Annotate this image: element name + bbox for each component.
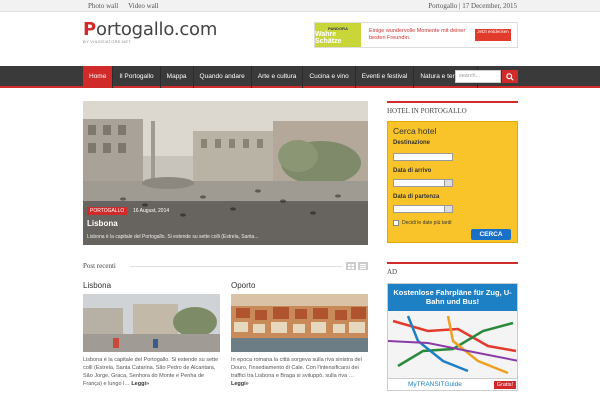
search-icon — [506, 72, 514, 81]
grid-view-toggle[interactable] — [346, 262, 356, 270]
nav-item-cucina-e-vino[interactable]: Cucina e vino — [303, 66, 356, 88]
logo-rest: ortogallo.com — [96, 19, 218, 40]
list-icon — [360, 263, 366, 269]
post-card[interactable]: Oporto In epoca romana la città sorgeva … — [231, 281, 368, 388]
featured-date: 16 August, 2014 — [133, 208, 170, 214]
nav-item-arte-e-cultura[interactable]: Arte e cultura — [252, 66, 304, 88]
list-view-toggle[interactable] — [358, 262, 368, 270]
featured-post[interactable]: PORTOGALLO 16 August, 2014 Lisbona Lisbo… — [83, 101, 368, 245]
recent-posts-heading: Post recenti — [83, 262, 116, 270]
main-nav: Home Il Portogallo Mappa Quando andare A… — [83, 66, 478, 88]
hotel-search-button[interactable]: CERCA — [471, 229, 511, 240]
sidebar-rule — [387, 262, 518, 264]
ad-heading: AD — [387, 268, 398, 276]
nav-item-eventi-e-festival[interactable]: Eventi e festival — [356, 66, 415, 88]
read-more-link[interactable]: Leggi» — [231, 381, 249, 387]
post-title[interactable]: Lisbona — [83, 281, 220, 290]
nav-item-quando-andare[interactable]: Quando andare — [194, 66, 252, 88]
featured-category-badge[interactable]: PORTOGALLO — [87, 207, 128, 215]
video-wall-link[interactable]: Video wall — [128, 2, 159, 10]
ad-headline: Kostenlose Fahrpläne für Zug, U-Bahn und… — [388, 284, 517, 311]
post-excerpt-text: In epoca romana la città sorgeva sulla r… — [231, 357, 362, 379]
hotel-widget-title: Cerca hotel — [393, 126, 437, 136]
hotel-search-widget: Cerca hotel Destinazione Data di arrivo … — [387, 121, 518, 243]
top-date: Portogallo | 17 December, 2015 — [428, 2, 517, 10]
banner-brand: PANDORA Wahre Schätze — [315, 23, 361, 47]
read-more-link[interactable]: Leggi» — [131, 381, 149, 387]
header-banner-ad[interactable]: PANDORA Wahre Schätze Einige wundervolle… — [314, 22, 518, 48]
layout-toggles — [346, 262, 368, 270]
nav-item-home[interactable]: Home — [83, 66, 114, 88]
arrival-label: Data di arrivo — [393, 168, 432, 174]
ad-footer: MyTRANSITGuide Gratis! — [388, 378, 517, 390]
top-links: Photo wall Video wall — [88, 2, 159, 10]
logo-first-letter: P — [83, 19, 96, 40]
departure-label: Data di partenza — [393, 194, 440, 200]
post-card[interactable]: Lisbona Lisbona è la capitale del Portog… — [83, 281, 220, 388]
nav-item-mappa[interactable]: Mappa — [161, 66, 194, 88]
post-thumbnail[interactable] — [231, 294, 368, 352]
banner-brand-name: Wahre Schätze — [315, 30, 342, 45]
recent-posts-rule — [130, 266, 342, 267]
sidebar-rule — [387, 101, 518, 103]
post-excerpt: Lisbona è la capitale del Portogallo. Si… — [83, 356, 220, 388]
banner-text: Einige wundervolle Momente mit deiner be… — [369, 28, 466, 41]
banner-cta[interactable]: Jetzt entdecken — [475, 29, 511, 41]
undecided-dates-checkbox[interactable]: Decidi le date più tardi — [393, 220, 451, 226]
post-image — [231, 294, 368, 352]
photo-wall-link[interactable]: Photo wall — [88, 2, 118, 10]
featured-title[interactable]: Lisbona — [87, 219, 118, 228]
calendar-icon[interactable] — [444, 205, 453, 213]
post-image — [83, 294, 220, 352]
post-title[interactable]: Oporto — [231, 281, 368, 290]
logo-text: Portogallo.com — [83, 19, 217, 40]
calendar-icon[interactable] — [444, 179, 453, 187]
featured-image — [83, 101, 368, 245]
grid-icon — [348, 263, 354, 269]
transit-ad[interactable]: Kostenlose Fahrpläne für Zug, U-Bahn und… — [387, 283, 518, 391]
nav-item-il-portogallo[interactable]: Il Portogallo — [113, 66, 161, 88]
destination-label: Destinazione — [393, 140, 431, 146]
featured-excerpt: Lisbona è la capitale del Portogallo. Si… — [87, 234, 259, 240]
transit-map-image — [388, 311, 517, 379]
search-input[interactable]: search... — [455, 70, 501, 83]
checkbox-box[interactable] — [393, 220, 399, 226]
post-thumbnail[interactable] — [83, 294, 220, 352]
top-bar: Photo wall Video wall Portogallo | 17 De… — [0, 0, 600, 12]
search-button[interactable] — [502, 70, 518, 83]
post-excerpt-text: Lisbona è la capitale del Portogallo. Si… — [83, 357, 219, 387]
destination-input[interactable] — [393, 153, 453, 161]
hotel-heading: HOTEL IN PORTOGALLO — [387, 107, 467, 115]
post-excerpt: In epoca romana la città sorgeva sulla r… — [231, 356, 368, 388]
ad-badge: Gratis! — [493, 381, 516, 389]
undecided-dates-label: Decidi le date più tardi — [402, 220, 452, 226]
ad-brand: MyTRANSITGuide — [408, 381, 462, 388]
site-logo[interactable]: Portogallo.com BY VIAGGIATORE.NET — [83, 19, 217, 44]
